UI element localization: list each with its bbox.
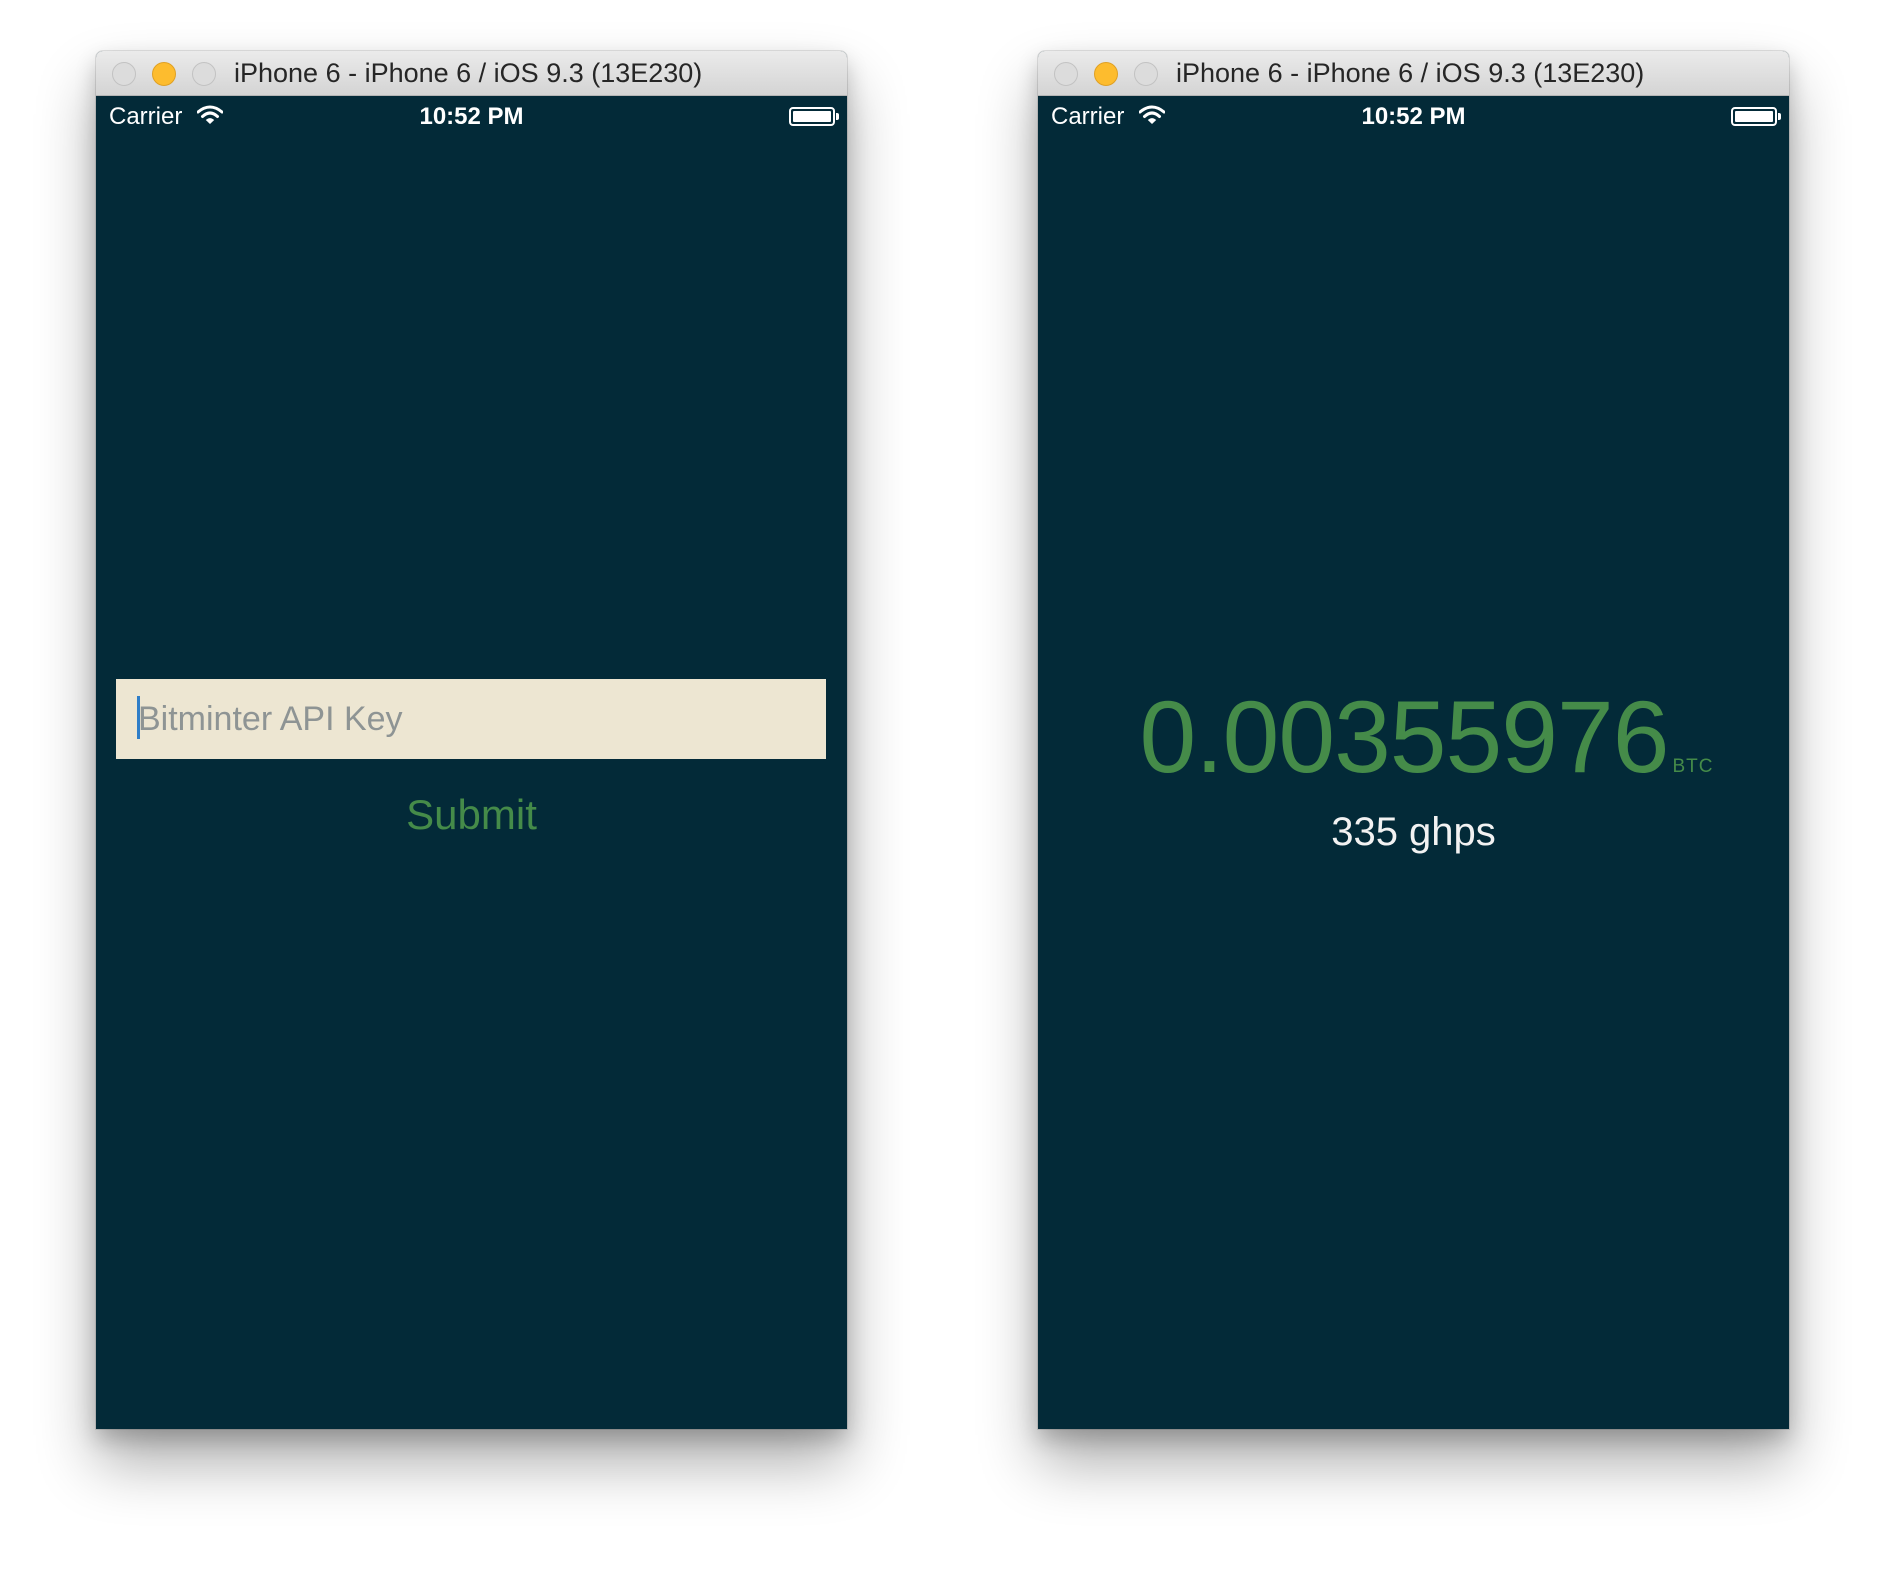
api-key-input[interactable]	[116, 679, 826, 759]
window-title: iPhone 6 - iPhone 6 / iOS 9.3 (13E230)	[1176, 58, 1645, 88]
status-bar: Carrier 10:52 PM	[1038, 96, 1789, 138]
zoom-icon[interactable]	[192, 62, 216, 86]
close-icon[interactable]	[1054, 62, 1078, 86]
simulator-window-balance: iPhone 6 - iPhone 6 / iOS 9.3 (13E230) C…	[1038, 51, 1789, 1429]
phone-screen: Carrier 10:52 PM 0.00355976 BTC 335 ghps	[1038, 96, 1789, 1429]
status-time: 10:52 PM	[419, 103, 524, 130]
zoom-icon[interactable]	[1134, 62, 1158, 86]
phone-screen: Carrier 10:52 PM Submit	[96, 96, 847, 1429]
battery-icon	[1731, 107, 1781, 126]
battery-icon	[789, 107, 839, 126]
window-titlebar[interactable]: iPhone 6 - iPhone 6 / iOS 9.3 (13E230)	[1038, 51, 1789, 96]
simulator-window-api-key: iPhone 6 - iPhone 6 / iOS 9.3 (13E230) C…	[96, 51, 847, 1429]
hashrate-label: 335 ghps	[1331, 810, 1496, 854]
balance-display: 0.00355976 BTC	[1038, 686, 1789, 788]
minimize-icon[interactable]	[152, 62, 176, 86]
status-bar: Carrier 10:52 PM	[96, 96, 847, 138]
minimize-icon[interactable]	[1094, 62, 1118, 86]
window-title: iPhone 6 - iPhone 6 / iOS 9.3 (13E230)	[234, 58, 703, 88]
btc-balance-value: 0.00355976	[1139, 680, 1670, 794]
submit-button[interactable]: Submit	[96, 791, 847, 839]
status-time: 10:52 PM	[1361, 103, 1466, 130]
btc-unit-label: BTC	[1672, 756, 1714, 777]
window-titlebar[interactable]: iPhone 6 - iPhone 6 / iOS 9.3 (13E230)	[96, 51, 847, 96]
text-cursor	[137, 696, 140, 739]
close-icon[interactable]	[112, 62, 136, 86]
